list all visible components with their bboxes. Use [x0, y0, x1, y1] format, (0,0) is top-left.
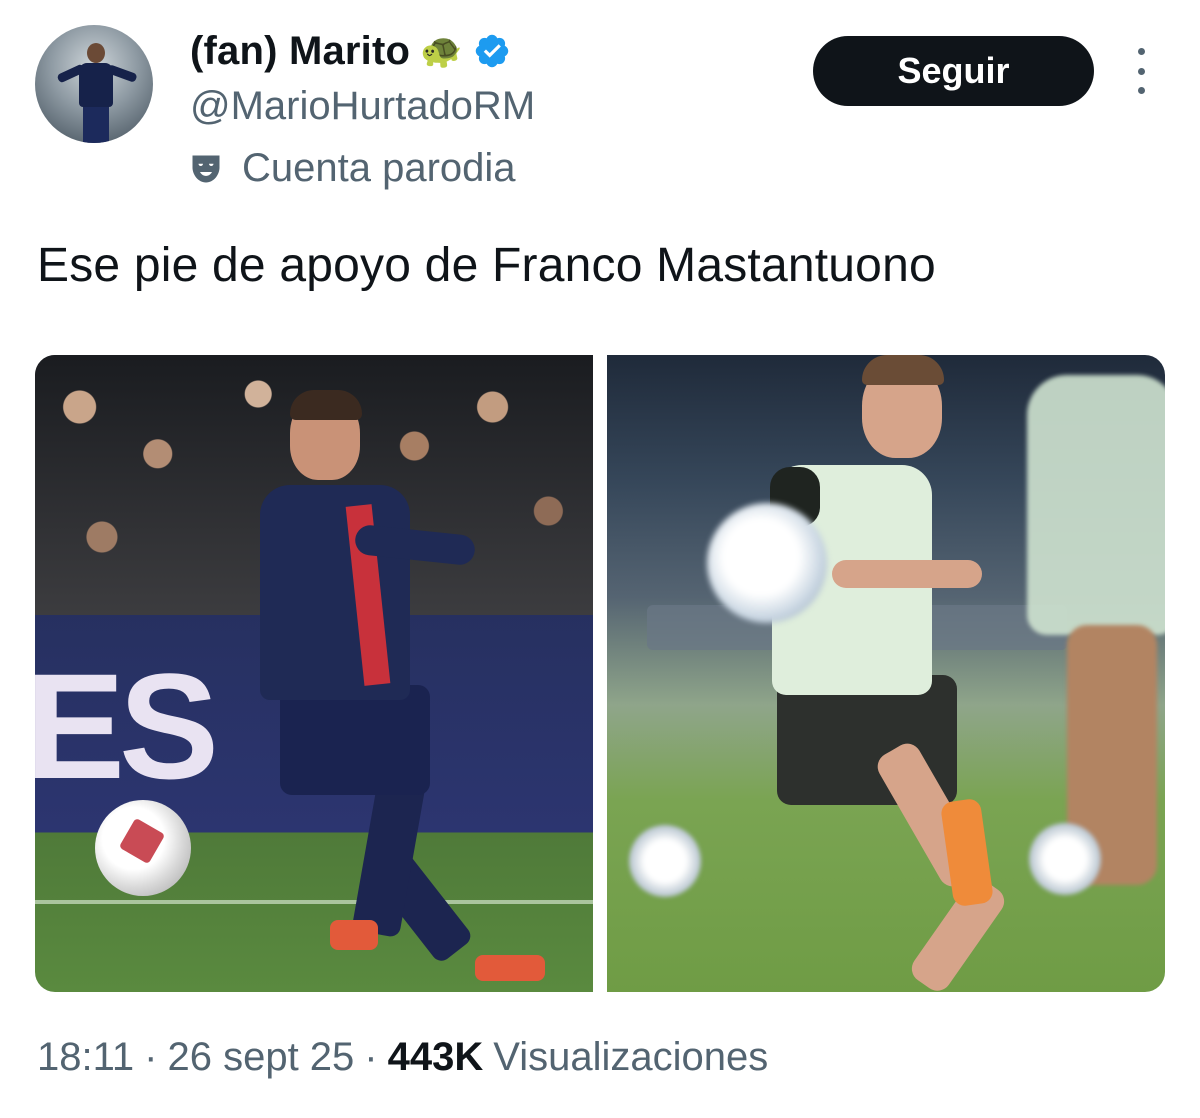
- player-boot: [330, 920, 378, 950]
- background-player: [1027, 375, 1165, 635]
- parody-mask-icon: [192, 155, 220, 182]
- tweet-date[interactable]: 26 sept 25: [167, 1035, 354, 1080]
- more-vertical-icon[interactable]: [1126, 48, 1156, 94]
- field-line: [35, 900, 593, 904]
- football-ball: [95, 800, 191, 896]
- football-ball: [629, 825, 701, 897]
- parody-label: Cuenta parodia: [188, 146, 516, 191]
- views-label: Visualizaciones: [493, 1035, 769, 1079]
- player-boot: [939, 797, 995, 908]
- media-photo-1[interactable]: ES: [35, 355, 593, 992]
- tweet-meta: 18:11 · 26 sept 25 · 443K Visualizacione…: [37, 1035, 768, 1080]
- football-ball: [1029, 823, 1101, 895]
- follow-button[interactable]: Seguir: [813, 36, 1094, 106]
- media-grid: ES: [35, 355, 1165, 992]
- avatar-figure: [83, 105, 109, 143]
- avatar-figure: [87, 43, 105, 63]
- player-shorts: [280, 685, 430, 795]
- turtle-emoji-icon: 🐢: [420, 32, 463, 70]
- author-avatar[interactable]: [35, 25, 153, 143]
- more-dot: [1137, 67, 1145, 75]
- player-hair: [862, 355, 944, 385]
- meta-separator: ·: [364, 1035, 378, 1079]
- more-dot: [1137, 48, 1145, 55]
- verified-badge-icon: [475, 34, 508, 68]
- tweet-time[interactable]: 18:11: [37, 1035, 134, 1080]
- views-count: 443K: [387, 1035, 484, 1079]
- player-hair: [290, 390, 362, 420]
- player-boot: [475, 955, 545, 981]
- football-ball: [707, 503, 827, 623]
- advertising-board: ES: [35, 642, 219, 810]
- parody-label-text: Cuenta parodia: [242, 146, 516, 190]
- tweet-text: Ese pie de apoyo de Franco Mastantuono: [37, 239, 936, 292]
- author-handle[interactable]: @MarioHurtadoRM: [190, 84, 535, 129]
- more-dot: [1137, 87, 1145, 94]
- author-name-row[interactable]: (fan) Marito 🐢: [190, 26, 511, 76]
- avatar-figure: [79, 63, 113, 107]
- meta-separator: ·: [144, 1035, 158, 1079]
- author-display-name[interactable]: (fan) Marito: [190, 29, 410, 74]
- media-photo-2[interactable]: [607, 355, 1165, 992]
- player-arm: [832, 560, 982, 588]
